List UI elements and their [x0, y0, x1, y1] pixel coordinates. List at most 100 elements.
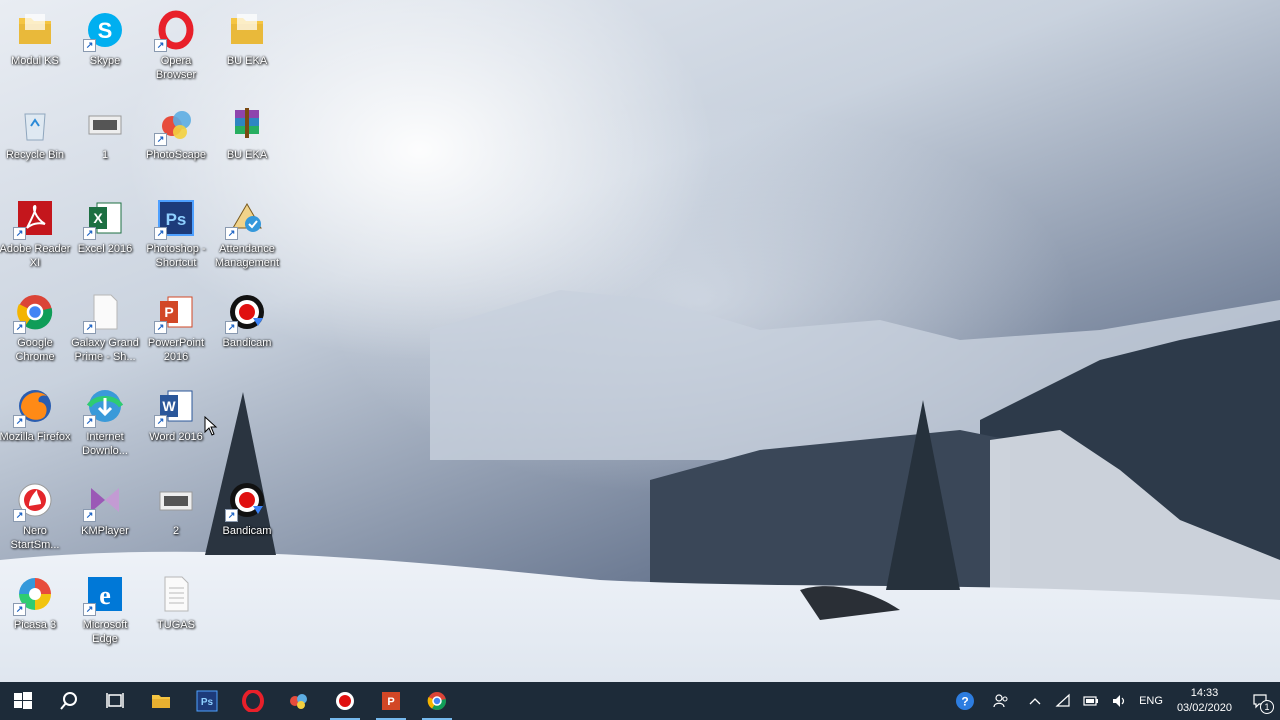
desktop-icon-skype[interactable]: S ↗ Skype	[70, 4, 140, 92]
desktop-icon-label: Internet Downlo...	[82, 431, 128, 457]
battery-icon	[1083, 696, 1099, 706]
battery-tray-button[interactable]	[1077, 682, 1105, 720]
desktop-icon-tugas[interactable]: TUGAS	[141, 568, 211, 656]
shortcut-arrow-icon: ↗	[13, 509, 26, 522]
desktop-icon-photoshop-shortcut[interactable]: Ps ↗ Photoshop - Shortcut	[141, 192, 211, 280]
chrome-icon	[427, 692, 447, 711]
clock-time: 14:33	[1190, 687, 1219, 699]
shortcut-arrow-icon: ↗	[83, 603, 96, 616]
desktop-icon-label: KMPlayer	[81, 525, 129, 537]
desktop-icon-galaxy-grand-prime-sh[interactable]: ↗ Galaxy Grand Prime - Sh...	[70, 286, 140, 374]
volume-tray-button[interactable]	[1105, 682, 1133, 720]
shortcut-arrow-icon: ↗	[83, 415, 96, 428]
idm-icon: ↗	[83, 386, 125, 428]
photoscape-icon	[290, 694, 307, 709]
desktop-icon-word-2016[interactable]: W ↗ Word 2016	[141, 380, 211, 468]
search-button[interactable]	[46, 682, 92, 720]
desktop-icon-label: Word 2016	[149, 431, 203, 443]
start-button[interactable]	[0, 682, 46, 720]
photoshop-taskbar-button[interactable]: Ps	[184, 682, 230, 720]
svg-text:W: W	[162, 398, 176, 414]
svg-text:Ps: Ps	[166, 210, 187, 229]
windows-icon	[14, 692, 32, 709]
desktop-icon-bandicam[interactable]: ↗ Bandicam	[212, 286, 282, 374]
system-tray: ? ENG 14:33 03/02/2020 1	[949, 682, 1280, 720]
winrar-icon	[227, 104, 267, 144]
desktop-icon-photoscape[interactable]: ↗ PhotoScape	[141, 98, 211, 186]
action-center-button[interactable]: 1	[1240, 682, 1280, 720]
task-view-button[interactable]	[92, 682, 138, 720]
opera-icon	[242, 690, 264, 712]
firefox-icon: ↗	[13, 386, 55, 428]
desktop-icon-microsoft-edge[interactable]: e ↗ Microsoft Edge	[70, 568, 140, 656]
shortcut-arrow-icon: ↗	[225, 227, 238, 240]
shortcut-arrow-icon: ↗	[225, 509, 238, 522]
clock-date: 03/02/2020	[1176, 702, 1232, 714]
desktop-icon-internet-downlo[interactable]: ↗ Internet Downlo...	[70, 380, 140, 468]
desktop-icon-excel-2016[interactable]: X ↗ Excel 2016	[70, 192, 140, 280]
desktop-icon-label: BU EKA	[226, 55, 268, 67]
language-indicator[interactable]: ENG	[1133, 682, 1169, 720]
opera-icon: ↗	[154, 10, 196, 52]
photoscape-taskbar-button[interactable]	[276, 682, 322, 720]
desktop-icon-nero-startsm[interactable]: ↗ Nero StartSm...	[0, 474, 70, 562]
svg-text:P: P	[387, 696, 394, 708]
people-tray-button[interactable]	[981, 682, 1021, 720]
speaker-icon	[1113, 695, 1125, 707]
desktop-icon-label: Recycle Bin	[5, 149, 65, 161]
clock[interactable]: 14:33 03/02/2020	[1169, 682, 1240, 720]
shortcut-arrow-icon: ↗	[13, 603, 26, 616]
show-hidden-icons-button[interactable]	[1021, 682, 1049, 720]
desktop-icon-label: Nero StartSm...	[10, 525, 60, 551]
edge-icon: e ↗	[83, 574, 125, 616]
svg-text:X: X	[93, 210, 103, 226]
svg-text:P: P	[164, 304, 173, 320]
desktop-icon-label: Adobe Reader XI	[0, 243, 71, 269]
image-file-icon	[85, 104, 125, 144]
desktop-icon-recycle-bin[interactable]: Recycle Bin	[0, 98, 70, 186]
desktop-icon-label: Galaxy Grand Prime - Sh...	[71, 337, 139, 363]
bandicam-icon: ↗	[225, 292, 267, 334]
bandicam-icon	[336, 692, 354, 710]
desktop-icon-powerpoint-2016[interactable]: P ↗ PowerPoint 2016	[141, 286, 211, 374]
file-explorer-button[interactable]	[138, 682, 184, 720]
desktop-icon-attendance-management[interactable]: ↗ Attendance Management	[212, 192, 282, 280]
desktop-icon-label: Bandicam	[222, 337, 272, 349]
desktop-icon-label: 1	[101, 149, 109, 161]
excel-icon: X ↗	[83, 198, 125, 240]
desktop-icon-label: Modul KS	[11, 55, 59, 67]
task-view-icon	[106, 693, 124, 708]
shortcut-arrow-icon: ↗	[83, 227, 96, 240]
powerpoint-taskbar-button[interactable]: P	[368, 682, 414, 720]
desktop-icon-bu-eka[interactable]: BU EKA	[212, 98, 282, 186]
shortcut-arrow-icon: ↗	[13, 415, 26, 428]
help-tray-button[interactable]: ?	[949, 682, 981, 720]
desktop-icon-mozilla-firefox[interactable]: ↗ Mozilla Firefox	[0, 380, 70, 468]
svg-text:e: e	[99, 581, 111, 610]
search-icon	[60, 692, 77, 710]
kmplayer-icon: ↗	[83, 480, 125, 522]
desktop-icon-opera-browser[interactable]: ↗ Opera Browser	[141, 4, 211, 92]
shortcut-arrow-icon: ↗	[154, 321, 167, 334]
desktop-icon-1[interactable]: 1	[70, 98, 140, 186]
desktop-icon-label: Microsoft Edge	[82, 619, 128, 645]
desktop-icon-label: PowerPoint 2016	[147, 337, 205, 363]
opera-taskbar-button[interactable]	[230, 682, 276, 720]
network-tray-button[interactable]	[1049, 682, 1077, 720]
desktop-icon-adobe-reader-xi[interactable]: ↗ Adobe Reader XI	[0, 192, 70, 280]
desktop-icon-2[interactable]: 2	[141, 474, 211, 562]
notification-count-badge: 1	[1260, 700, 1274, 714]
desktop-icon-picasa-3[interactable]: ↗ Picasa 3	[0, 568, 70, 656]
desktop-icon-label: Excel 2016	[77, 243, 133, 255]
shortcut-arrow-icon: ↗	[83, 321, 96, 334]
desktop-icon-modul-ks[interactable]: Modul KS	[0, 4, 70, 92]
desktop-icon-google-chrome[interactable]: ↗ Google Chrome	[0, 286, 70, 374]
shortcut-arrow-icon: ↗	[225, 321, 238, 334]
desktop-icon-bu-eka[interactable]: BU EKA	[212, 4, 282, 92]
bandicam-taskbar-button[interactable]	[322, 682, 368, 720]
desktop-icon-label: Picasa 3	[13, 619, 57, 631]
chrome-taskbar-button[interactable]	[414, 682, 460, 720]
desktop-icon-kmplayer[interactable]: ↗ KMPlayer	[70, 474, 140, 562]
nero-icon: ↗	[13, 480, 55, 522]
desktop-icon-bandicam[interactable]: ↗ Bandicam	[212, 474, 282, 562]
